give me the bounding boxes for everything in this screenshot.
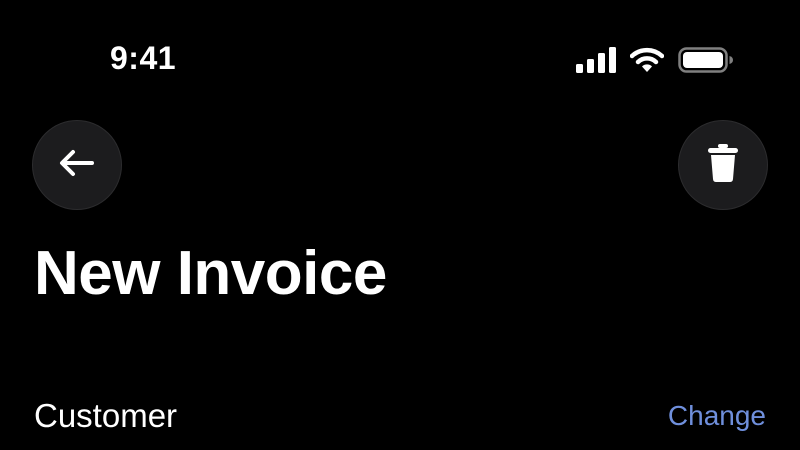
battery-icon <box>678 47 734 73</box>
change-customer-link[interactable]: Change <box>668 400 766 432</box>
back-button[interactable] <box>32 120 122 210</box>
page-title: New Invoice <box>34 239 387 308</box>
signal-icon <box>576 47 616 73</box>
customer-section-header: Customer Change <box>34 394 766 438</box>
trash-icon <box>708 143 738 187</box>
arrow-left-icon <box>58 148 96 183</box>
status-bar: 9:41 <box>0 0 800 110</box>
status-time: 9:41 <box>110 40 177 76</box>
wifi-icon <box>630 47 664 73</box>
delete-button[interactable] <box>678 120 768 210</box>
customer-label: Customer <box>34 397 178 434</box>
status-icons <box>576 44 734 76</box>
